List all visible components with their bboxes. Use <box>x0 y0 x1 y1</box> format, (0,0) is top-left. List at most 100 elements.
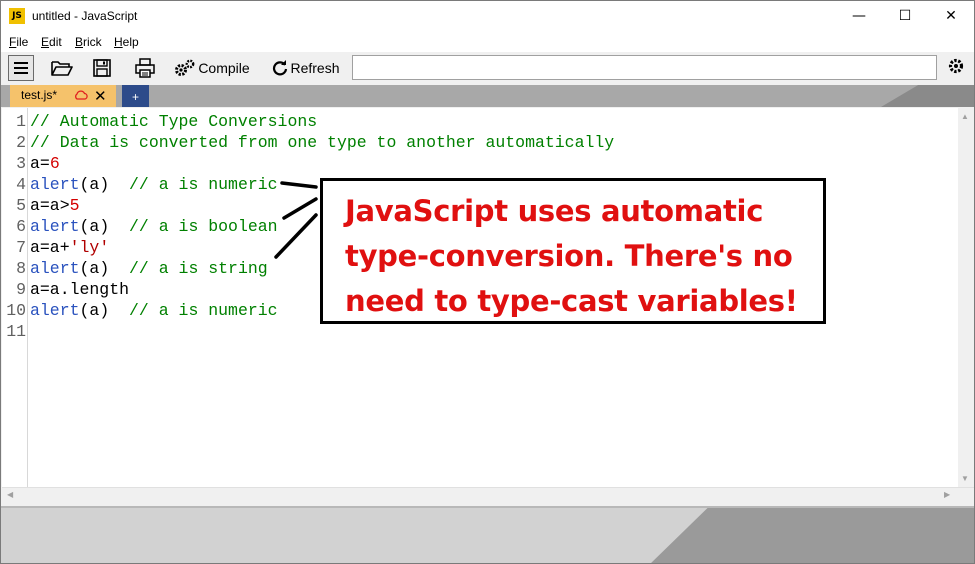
compile-label: Compile <box>198 60 250 76</box>
code-line: 10 alert(a) // a is numeric <box>2 300 277 321</box>
code-token: a= <box>30 154 50 173</box>
save-button[interactable] <box>90 55 114 81</box>
code-token: 'ly' <box>69 238 110 257</box>
toolbar: Compile Refresh <box>1 52 974 85</box>
gear-icon <box>948 58 964 74</box>
code-line: 8 alert(a) // a is string <box>2 258 268 279</box>
code-token: 5 <box>69 196 80 215</box>
floppy-disk-icon <box>93 59 111 77</box>
code-text: // Automatic Type Conversions <box>30 111 317 132</box>
menu-brick-label: rick <box>83 35 102 49</box>
line-number: 7 <box>16 238 26 257</box>
title-bar: JS untitled - JavaScript — ☐ ✕ <box>1 1 974 32</box>
code-line: 5 a=a>5 <box>2 195 79 216</box>
code-token: alert <box>30 175 80 194</box>
code-text: a=a.length <box>30 279 129 300</box>
refresh-icon <box>273 60 288 76</box>
callout-text: JavaScript uses automatic type-conversio… <box>345 194 798 318</box>
code-token: alert <box>30 301 80 320</box>
code-token: a=a.length <box>30 280 130 299</box>
compile-button[interactable]: Compile <box>173 55 251 81</box>
minimize-button[interactable]: — <box>836 1 882 32</box>
tab-label: test.js* <box>21 88 58 102</box>
code-token: // a is numeric <box>129 175 278 194</box>
status-bar <box>1 506 974 563</box>
code-token: a=a+ <box>30 238 70 257</box>
cloud-icon <box>75 90 88 100</box>
scroll-right-arrow-icon[interactable]: ▶ <box>944 490 950 499</box>
menu-help-label: elp <box>122 35 139 49</box>
code-text: alert(a) // a is string <box>30 258 268 279</box>
code-token: // Automatic Type Conversions <box>30 112 318 131</box>
code-token: (a) <box>79 301 130 320</box>
code-token: // a is numeric <box>129 301 278 320</box>
scroll-up-arrow-icon[interactable]: ▲ <box>961 112 969 121</box>
vertical-scrollbar[interactable]: ▲ ▼ <box>958 108 974 487</box>
open-button[interactable] <box>49 55 75 81</box>
code-text: a=a+'ly' <box>30 237 109 258</box>
menu-help[interactable]: Help <box>114 35 139 49</box>
code-token: // a is string <box>129 259 268 278</box>
menu-brick[interactable]: Brick <box>75 35 102 49</box>
menu-brick-mnemonic: B <box>75 35 84 49</box>
scroll-down-arrow-icon[interactable]: ▼ <box>961 474 969 483</box>
code-text: // Data is converted from one type to an… <box>30 132 614 153</box>
status-bar-accent <box>649 508 974 563</box>
scroll-left-arrow-icon[interactable]: ◀ <box>7 490 13 499</box>
code-line: 3 a=6 <box>2 153 60 174</box>
line-number: 6 <box>16 217 26 236</box>
maximize-button[interactable]: ☐ <box>882 1 928 32</box>
menu-edit-label: dit <box>49 35 62 49</box>
printer-icon <box>135 58 155 78</box>
close-button[interactable]: ✕ <box>928 1 974 32</box>
tab-close-icon[interactable]: ✕ <box>94 87 107 105</box>
code-token: alert <box>30 259 80 278</box>
code-text: a=6 <box>30 153 60 174</box>
code-text: alert(a) // a is numeric <box>30 174 278 195</box>
code-line: 4 alert(a) // a is numeric <box>2 174 277 195</box>
app-js-icon: JS <box>9 8 25 24</box>
menu-file-label: ile <box>16 35 29 49</box>
code-token: // a is boolean <box>129 217 278 236</box>
folder-open-icon <box>51 61 73 76</box>
tab-strip: test.js* ✕ + <box>1 85 974 107</box>
code-token: (a) <box>79 175 130 194</box>
command-input[interactable] <box>352 55 937 80</box>
code-line: 7 a=a+'ly' <box>2 237 109 258</box>
code-token: alert <box>30 217 80 236</box>
horizontal-scrollbar[interactable]: ◀ ▶ <box>2 487 974 503</box>
code-token: // Data is converted from one type to an… <box>30 133 615 152</box>
line-number: 11 <box>6 322 26 341</box>
code-line: 11 <box>2 321 26 342</box>
hamburger-icon <box>14 62 28 74</box>
line-number: 4 <box>16 175 26 194</box>
add-tab-button[interactable]: + <box>122 85 149 107</box>
code-line: 9 a=a.length <box>2 279 129 300</box>
gears-icon <box>175 59 195 76</box>
print-button[interactable] <box>132 55 158 81</box>
tab-test-js[interactable]: test.js* ✕ <box>10 85 116 107</box>
code-line: 2// Data is converted from one type to a… <box>2 132 614 153</box>
code-line: 1// Automatic Type Conversions <box>2 111 317 132</box>
line-number: 9 <box>16 280 26 299</box>
menu-help-mnemonic: H <box>114 35 123 49</box>
code-line: 6 alert(a) // a is boolean <box>2 216 277 237</box>
code-token: a=a> <box>30 196 70 215</box>
code-text: alert(a) // a is numeric <box>30 300 278 321</box>
code-token: 6 <box>49 154 60 173</box>
line-number: 3 <box>16 154 26 173</box>
line-number: 2 <box>16 133 26 152</box>
hamburger-menu-button[interactable] <box>8 55 34 81</box>
window-title: untitled - JavaScript <box>32 9 138 23</box>
settings-button[interactable] <box>947 57 967 77</box>
menu-edit[interactable]: Edit <box>41 35 62 49</box>
menu-bar: File Edit Brick Help <box>1 32 974 52</box>
refresh-button[interactable]: Refresh <box>272 55 340 81</box>
line-number: 1 <box>16 112 26 131</box>
code-text: alert(a) // a is boolean <box>30 216 278 237</box>
menu-edit-mnemonic: E <box>41 35 50 49</box>
menu-file[interactable]: File <box>9 35 28 49</box>
code-token: (a) <box>79 217 130 236</box>
refresh-label: Refresh <box>290 60 340 76</box>
line-number: 8 <box>16 259 26 278</box>
